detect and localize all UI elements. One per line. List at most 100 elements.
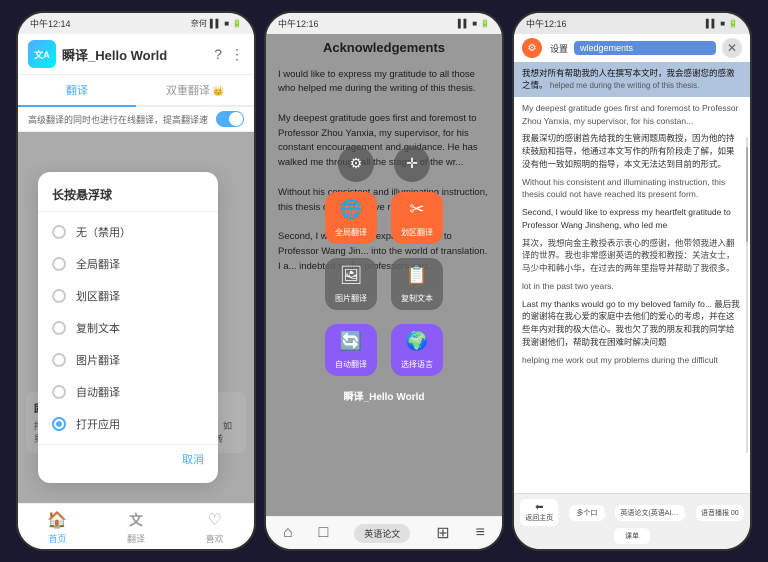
nav-home[interactable]: 🏠 首页: [18, 510, 97, 545]
fab-grid: ⚙ ✛ 🌐 全局翻译 ✂ 划区翻译: [294, 146, 474, 405]
heart-icon: ♡: [208, 510, 222, 530]
status-time-3: 中午12:16: [526, 17, 567, 30]
fab-image-translate[interactable]: 🖼 图片翻译: [325, 258, 377, 310]
radio-6[interactable]: [52, 417, 66, 431]
global-translate-icon: 🌐: [340, 196, 362, 223]
nav-translate[interactable]: 文 翻译: [97, 510, 176, 545]
status-icons-3: ▌▌ ■ 🔋: [706, 19, 738, 28]
phone3-bottom-nav: ⬅ 返回主页 多个口 英语论文(英语AI辅助，魔鬼合同模式) 语音播报 00 课…: [514, 493, 750, 549]
fab-settings-btn[interactable]: ⚙: [338, 146, 374, 182]
phone3-p8: helping me work out my problems during t…: [522, 354, 742, 367]
select-language-icon: 🌍: [406, 328, 428, 355]
phone3-voice-btn[interactable]: 语音播报 00: [696, 505, 744, 521]
phone3-list-btn[interactable]: 课单: [614, 528, 650, 544]
copy-text-icon: 📋: [406, 262, 428, 289]
fab-top-row: ⚙ ✛: [294, 146, 474, 182]
phone-3: 中午12:16 ▌▌ ■ 🔋 ⚙ 设置 wledgements ✕: [512, 11, 752, 551]
phone3-highlight-section: 我想对所有帮助我的人在撰写本文时，我会感谢您的感激之情。 helped me d…: [514, 62, 750, 97]
phone3-header-left: ⚙ 设置: [522, 38, 568, 58]
status-bar-2: 中午12:16 ▌▌ ■ 🔋: [266, 13, 502, 34]
popup-item-3[interactable]: 复制文本: [38, 312, 218, 344]
fab-region-translate[interactable]: ✂ 划区翻译: [391, 192, 443, 244]
radio-5[interactable]: [52, 385, 66, 399]
settings-circle-icon[interactable]: ⚙: [522, 38, 542, 58]
phone3-back-btn[interactable]: ⬅ 返回主页: [520, 499, 558, 526]
radio-3[interactable]: [52, 321, 66, 335]
highlighted-title: wledgements: [574, 41, 716, 55]
region-translate-icon: ✂: [409, 196, 424, 223]
feature-description: 高级翻译的同时也进行在线翻译，提高翻译速: [18, 107, 254, 132]
phone1-header: 文A 瞬译_Hello World ? ⋮: [18, 34, 254, 75]
status-time-1: 中午12:14: [30, 17, 71, 30]
phone2-doc-pill[interactable]: 英语论文: [354, 524, 410, 543]
phone3-p4: Second, I would like to express my heart…: [522, 206, 742, 232]
fab-row-3: 🔄 自动翻译 🌍 选择语言: [294, 324, 474, 376]
phone2-back-icon[interactable]: □: [319, 524, 329, 542]
header-icons: ? ⋮: [214, 46, 244, 63]
phone2-content[interactable]: Acknowledgements I would like to express…: [266, 34, 502, 516]
phone-1: 中午12:14 奈何 ▌▌ ■ 🔋 文A 瞬译_Hello World ? ⋮: [16, 11, 256, 551]
radio-0[interactable]: [52, 225, 66, 239]
phone3-main-content: My deepest gratitude goes first and fore…: [514, 97, 750, 493]
radio-4[interactable]: [52, 353, 66, 367]
phone2-bottom-nav: ⌂ □ 英语论文 ⊞ ≡: [266, 516, 502, 549]
fab-expand-btn[interactable]: ✛: [394, 146, 430, 182]
settings-label: 设置: [550, 42, 568, 55]
translate-icon: 文: [129, 510, 143, 530]
popup-item-1[interactable]: 全局翻译: [38, 248, 218, 280]
help-icon[interactable]: ?: [214, 46, 222, 63]
scrollbar-thumb: [746, 147, 748, 242]
phone3-doc-pill[interactable]: 英语论文(英语AI辅助，魔鬼合同模式): [615, 505, 685, 521]
phone3-content[interactable]: 我想对所有帮助我的人在撰写本文时，我会感谢您的感激之情。 helped me d…: [514, 62, 750, 493]
phone2-menu-icon[interactable]: ≡: [476, 524, 485, 542]
status-bar-3: 中午12:16 ▌▌ ■ 🔋: [514, 13, 750, 34]
popup-menu: 长按悬浮球 无（禁用） 全局翻译 划区翻译 复制文本: [38, 172, 218, 483]
popup-item-4[interactable]: 图片翻译: [38, 344, 218, 376]
popup-item-5[interactable]: 自动翻译: [38, 376, 218, 408]
phone3-header: ⚙ 设置 wledgements ✕: [514, 34, 750, 62]
app-logo-icon: 文A: [28, 40, 56, 68]
fab-row-1: 🌐 全局翻译 ✂ 划区翻译: [294, 192, 474, 244]
home-icon: 🏠: [47, 510, 67, 530]
tab-double-translate[interactable]: 双重翻译 👑: [136, 75, 254, 105]
fab-overlay[interactable]: ⚙ ✛ 🌐 全局翻译 ✂ 划区翻译: [266, 34, 502, 516]
scrollbar-track: [746, 137, 748, 454]
status-icons-1: 奈何 ▌▌ ■ 🔋: [191, 18, 242, 29]
toggle-switch[interactable]: [216, 111, 244, 127]
status-icons-2: ▌▌ ■ 🔋: [458, 19, 490, 28]
image-translate-icon: 🖼: [340, 262, 363, 289]
popup-item-6[interactable]: 打开应用: [38, 408, 218, 440]
app-name: 瞬译_Hello World: [62, 45, 167, 64]
phone3-p1: My deepest gratitude goes first and fore…: [522, 102, 742, 128]
phone3-p5: 其次，我想向金主教授表示衷心的感谢，他带领我进入翻译的世界。我也非常感谢英语的教…: [522, 237, 742, 275]
fab-select-language[interactable]: 🌍 选择语言: [391, 324, 443, 376]
fab-branding: 瞬译_Hello World: [294, 390, 474, 405]
auto-translate-icon: 🔄: [340, 328, 362, 355]
phone1-content: 长按悬浮球 无（禁用） 全局翻译 划区翻译 复制文本: [18, 132, 254, 503]
radio-2[interactable]: [52, 289, 66, 303]
phone2-home-icon[interactable]: ⌂: [283, 524, 293, 542]
phone3-p7: Last my thanks would go to my beloved fa…: [522, 298, 742, 349]
fab-row-2: 🖼 图片翻译 📋 复制文本: [294, 258, 474, 310]
tab-translate[interactable]: 翻译: [18, 75, 136, 107]
fab-global-translate[interactable]: 🌐 全局翻译: [325, 192, 377, 244]
phone1-bottom-nav: 🏠 首页 文 翻译 ♡ 喜欢: [18, 503, 254, 549]
status-bar-1: 中午12:14 奈何 ▌▌ ■ 🔋: [18, 13, 254, 34]
phone3-multi-btn[interactable]: 多个口: [569, 505, 605, 521]
status-time-2: 中午12:16: [278, 17, 319, 30]
popup-item-2[interactable]: 划区翻译: [38, 280, 218, 312]
phone3-p3: Without his consistent and illuminating …: [522, 176, 742, 202]
popup-cancel[interactable]: 取消: [38, 444, 218, 473]
nav-favorites[interactable]: ♡ 喜欢: [175, 510, 254, 545]
radio-1[interactable]: [52, 257, 66, 271]
close-button[interactable]: ✕: [722, 38, 742, 58]
fab-auto-translate[interactable]: 🔄 自动翻译: [325, 324, 377, 376]
fab-copy-text[interactable]: 📋 复制文本: [391, 258, 443, 310]
phone1-logo: 文A 瞬译_Hello World: [28, 40, 167, 68]
phone3-p6: lot in the past two years.: [522, 280, 742, 293]
phone-2: 中午12:16 ▌▌ ■ 🔋 Acknowledgements I would …: [264, 11, 504, 551]
popup-item-0[interactable]: 无（禁用）: [38, 216, 218, 248]
phone2-grid-icon[interactable]: ⊞: [436, 523, 449, 543]
phone1-tabs: 翻译 双重翻译 👑: [18, 75, 254, 107]
menu-icon[interactable]: ⋮: [230, 46, 244, 63]
